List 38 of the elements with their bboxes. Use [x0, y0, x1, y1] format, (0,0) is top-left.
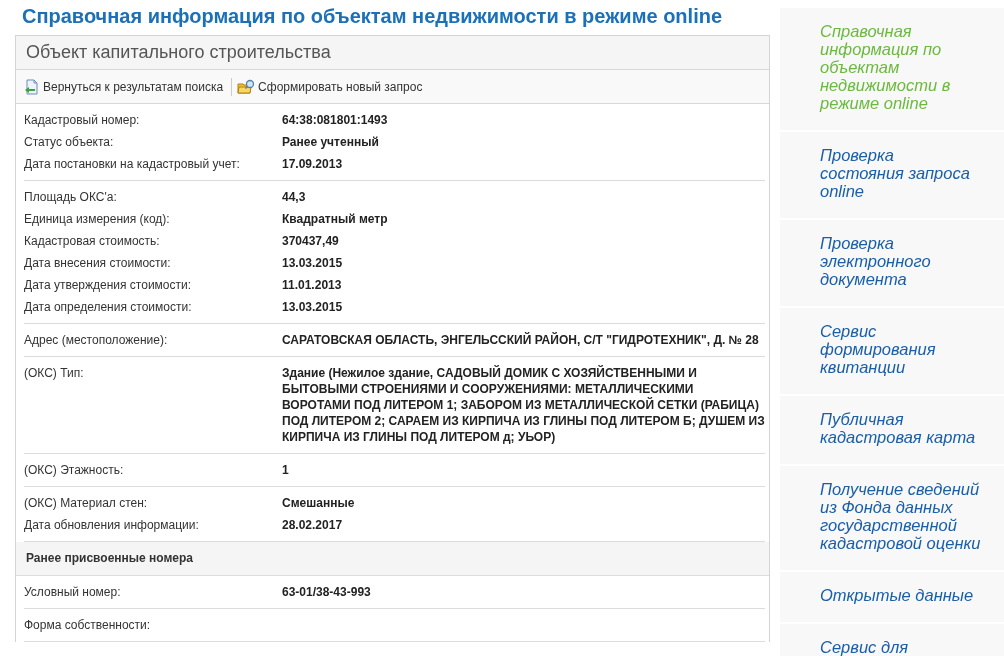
field-label: Дата постановки на кадастровый учет:	[24, 156, 241, 172]
field-value: 44,3	[282, 189, 307, 205]
field-value: САРАТОВСКАЯ ОБЛАСТЬ, ЭНГЕЛЬССКИЙ РАЙОН, С/Т "ГИДРОТЕХНИК", Д. № 28	[282, 332, 760, 348]
field-label: Дата определения стоимости:	[24, 299, 193, 315]
field-value: 11.01.2013	[282, 277, 343, 293]
field-label: Форма собственности:	[24, 617, 152, 633]
new-request-link[interactable]: Сформировать новый запрос	[237, 78, 423, 95]
field-value: 13.03.2015	[282, 299, 344, 315]
field-label: (ОКС) Этажность:	[24, 462, 125, 478]
field-label: (ОКС) Материал стен:	[24, 495, 149, 511]
field-value: 1	[282, 462, 290, 478]
field-value: Смешанные	[282, 495, 356, 511]
field-label: Условный номер:	[24, 584, 122, 600]
field-label: Дата обновления информации:	[24, 517, 200, 533]
section-heading: Ранее присвоенные номера	[16, 542, 769, 576]
back-link[interactable]: Вернуться к результатам поиска	[24, 78, 224, 95]
field-label: Дата внесения стоимости:	[24, 255, 172, 271]
page-title: Справочная информация по объектам недвижимости в режиме online	[22, 4, 723, 29]
field-value: 17.09.2013	[282, 156, 344, 172]
field-value: 13.03.2015	[282, 255, 344, 271]
field-label: Адрес (местоположение):	[24, 332, 169, 348]
field-label: Единица измерения (код):	[24, 211, 171, 227]
field-value: 64:38:081801:1493	[282, 112, 389, 128]
field-label: Дата утверждения стоимости:	[24, 277, 193, 293]
field-value: Здание (Нежилое здание, САДОВЫЙ ДОМИК С ХОЗЯЙСТВЕННЫМИ И БЫТОВЫМИ СТРОЕНИЯМИ И СООРУЖЕНИЯМИ: МЕТАЛЛИЧЕСКИМИ ВОРОТАМИ ПОД ЛИТЕРОМ 1; ЗАБОРОМ ИЗ МЕТАЛЛИЧЕСКОЙ СЕТКИ (РАБИЦА) ПОД ЛИТЕРОМ 2; САРАЕМ ИЗ КИРПИЧА ИЗ ГЛИНЫ ПОД ЛИТЕРОМ Б; ДУШЕМ ИЗ КИРПИЧА ИЗ ГЛИНЫ ПОД ЛИТЕРОМ д; УЬОР)	[282, 365, 765, 445]
field-value: 63-01/38-43-993	[282, 584, 372, 600]
field-value: 28.02.2017	[282, 517, 344, 533]
folder-magnifier-icon	[237, 78, 256, 95]
field-value: Квадратный метр	[282, 211, 389, 227]
field-label: (ОКС) Тип:	[24, 365, 85, 382]
field-value: Ранее учтенный	[282, 134, 380, 150]
field-label: Кадастровый номер:	[24, 112, 141, 128]
document-arrow-icon	[24, 78, 40, 95]
field-label: Площадь ОКС'a:	[24, 189, 118, 205]
field-label: Кадастровая стоимость:	[24, 233, 161, 249]
field-value: 370437,49	[282, 233, 340, 249]
panel-title: Объект капитального строительства	[16, 36, 769, 70]
field-label: Статус объекта:	[24, 134, 115, 150]
